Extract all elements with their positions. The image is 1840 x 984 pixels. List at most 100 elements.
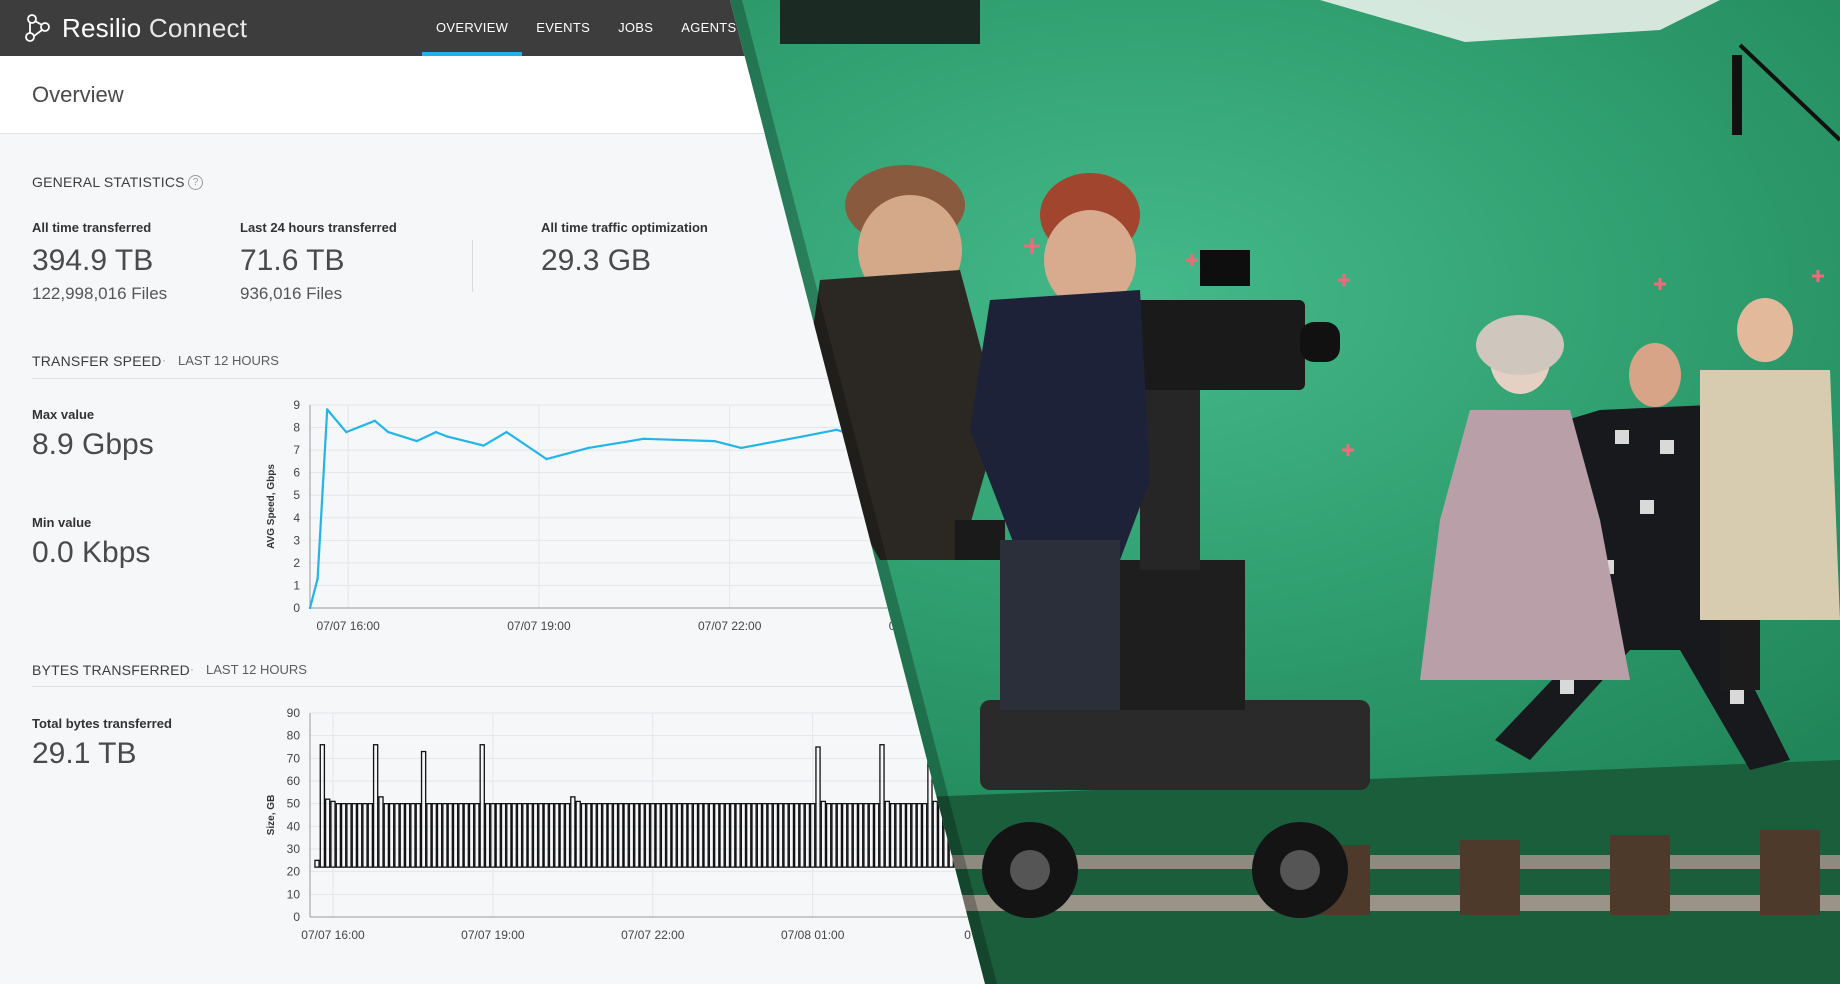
logo-product: Connect: [148, 12, 248, 43]
byte-bar: [671, 803, 677, 868]
byte-bar: [714, 803, 720, 868]
y-tick-label: 30: [287, 842, 301, 856]
byte-bar: [751, 803, 757, 868]
byte-bar: [340, 803, 347, 868]
byte-bar: [847, 803, 853, 868]
byte-bar: [575, 800, 581, 868]
max-value-label: Max value: [32, 407, 95, 422]
bytes-transferred-title: BYTES TRANSFERRED: [32, 662, 190, 678]
byte-bar: [841, 803, 848, 868]
nav-tab-agents-label: AGENTS: [681, 20, 737, 35]
y-tick-label: 10: [287, 887, 301, 901]
byte-bar: [378, 796, 384, 868]
total-bytes-value: 29.1 TB: [32, 737, 137, 770]
x-tick-label: 07/07 16:00: [316, 619, 380, 633]
x-tick-label: 07/07 16:00: [301, 928, 365, 942]
byte-bar: [767, 803, 773, 868]
min-value-label: Min value: [32, 515, 92, 530]
byte-bar: [836, 803, 843, 868]
transfer-speed-title: TRANSFER SPEED: [32, 353, 162, 369]
max-value: 8.9 Gbps: [32, 428, 154, 461]
top-navbar: Resilio Connect OVERVIEW EVENTS JOBS AGE…: [0, 0, 760, 56]
question-circle-icon[interactable]: ?: [188, 175, 203, 190]
byte-bar: [799, 803, 805, 868]
byte-bar: [314, 859, 320, 868]
byte-bar: [532, 803, 539, 868]
nav-tab-jobs[interactable]: JOBS: [604, 0, 667, 56]
x-tick-label: 07/08 01:00: [781, 928, 845, 942]
byte-bar: [740, 803, 747, 868]
byte-bar: [495, 803, 501, 868]
byte-bar: [500, 803, 507, 868]
byte-bar: [703, 803, 709, 868]
speed-data-point: [713, 439, 716, 443]
byte-bar: [458, 803, 464, 868]
byte-bar: [831, 803, 837, 868]
speed-data-point: [800, 435, 804, 438]
byte-bar: [452, 803, 459, 868]
speed-data-point: [587, 446, 590, 450]
byte-bar: [335, 803, 342, 868]
byte-bar: [895, 803, 901, 868]
byte-bar: [623, 803, 629, 868]
x-tick-label: 07/07 19:00: [461, 928, 525, 942]
byte-bar: [394, 803, 400, 868]
byte-bar: [644, 803, 651, 868]
byte-bar: [362, 803, 368, 868]
traffic-optimization-value: 29.3 GB: [541, 244, 652, 277]
nav-tab-events[interactable]: EVENTS: [522, 0, 604, 56]
main-nav: OVERVIEW EVENTS JOBS AGENTS: [422, 0, 750, 56]
byte-bar: [852, 803, 859, 868]
resilio-nodes-icon: [25, 14, 50, 42]
byte-bar: [735, 803, 741, 868]
byte-bar: [788, 803, 795, 868]
speed-data-point: [308, 606, 312, 610]
byte-bar: [682, 803, 688, 868]
byte-bar: [367, 803, 374, 868]
byte-bar: [762, 803, 768, 868]
byte-bar: [746, 803, 752, 868]
byte-bar: [420, 750, 427, 868]
byte-bar: [676, 803, 683, 868]
y-tick-label: 5: [293, 488, 300, 502]
byte-bar: [351, 803, 358, 868]
byte-bar: [596, 803, 603, 868]
speed-data-point: [325, 408, 329, 411]
title-separator: ·: [190, 662, 194, 676]
y-tick-label: 0: [293, 910, 300, 924]
byte-bar: [324, 798, 331, 868]
y-tick-label: 60: [287, 774, 301, 788]
x-tick-label: 07/07 19:00: [507, 619, 571, 633]
y-tick-label: 9: [293, 398, 300, 412]
byte-bar: [916, 803, 923, 868]
byte-bar: [570, 796, 576, 868]
transfer-speed-period: LAST 12 HOURS: [178, 353, 279, 368]
byte-bar: [692, 803, 699, 868]
byte-bar: [884, 800, 891, 868]
byte-bar: [415, 803, 421, 868]
nav-tab-overview[interactable]: OVERVIEW: [422, 0, 523, 56]
byte-bar: [618, 803, 624, 868]
byte-bar: [468, 803, 475, 868]
byte-bar: [873, 803, 880, 868]
byte-bar: [436, 803, 443, 868]
byte-bar: [538, 803, 544, 868]
byte-bar: [554, 803, 560, 868]
byte-bar: [474, 803, 480, 868]
byte-bar: [388, 803, 395, 868]
x-tick-label: 07/07 22:00: [698, 619, 762, 633]
byte-bar: [506, 803, 512, 868]
y-tick-label: 2: [293, 556, 300, 570]
app-logo[interactable]: Resilio Connect: [22, 12, 247, 44]
speed-data-point: [387, 430, 390, 434]
byte-bar: [724, 803, 731, 868]
byte-bar: [463, 803, 469, 868]
last-24h-transferred-label: Last 24 hours transferred: [240, 220, 397, 235]
y-axis-title: AVG Speed, Gbps: [266, 464, 277, 549]
byte-bar: [559, 803, 565, 868]
byte-bar: [628, 803, 635, 868]
byte-bar: [356, 803, 363, 868]
byte-bar: [783, 803, 789, 868]
byte-bar: [602, 803, 608, 868]
byte-bar: [580, 803, 587, 868]
